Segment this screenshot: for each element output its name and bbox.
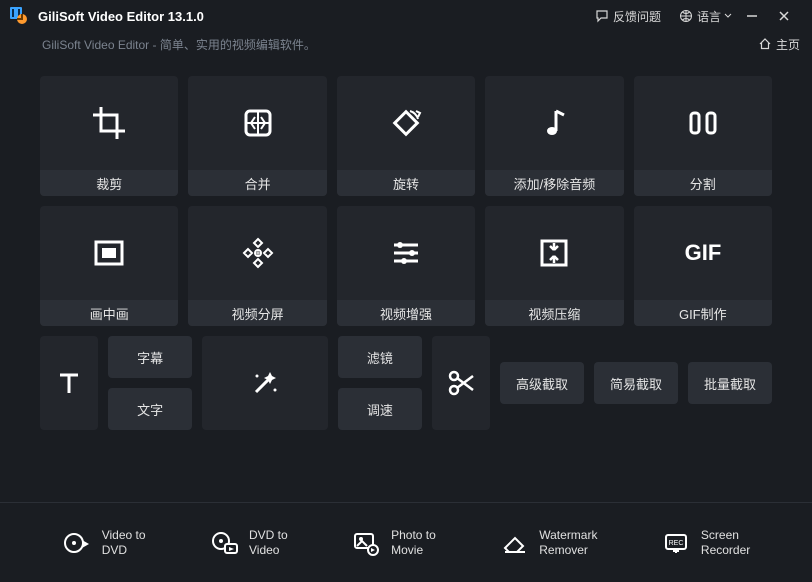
- tile-crop[interactable]: 裁剪: [40, 76, 178, 196]
- tile-split-label: 分割: [634, 170, 772, 196]
- tile-rotate-label: 旋转: [337, 170, 475, 196]
- watermark-remover[interactable]: WatermarkRemover: [499, 528, 597, 558]
- advanced-cut-button[interactable]: 高级截取: [500, 362, 584, 404]
- language-button[interactable]: 语言: [675, 6, 740, 27]
- tile-multiscreen[interactable]: 视频分屏: [188, 206, 326, 326]
- bottom-bar: Video toDVD DVD toVideo Photo toMovie Wa…: [0, 502, 812, 582]
- compress-icon: [534, 233, 574, 273]
- tile-gif[interactable]: GIF GIF制作: [634, 206, 772, 326]
- tile-pip[interactable]: 画中画: [40, 206, 178, 326]
- music-note-icon: [534, 103, 574, 143]
- tile-audio[interactable]: 添加/移除音频: [485, 76, 623, 196]
- svg-text:GIF: GIF: [684, 240, 721, 265]
- cut-group-icon[interactable]: [432, 336, 490, 430]
- tile-crop-label: 裁剪: [40, 170, 178, 196]
- multiscreen-icon: [238, 233, 278, 273]
- merge-icon: [238, 103, 278, 143]
- title-bar: GiliSoft Video Editor 13.1.0 反馈问题 语言: [0, 0, 812, 32]
- tile-compress[interactable]: 视频压缩: [485, 206, 623, 326]
- screen-recorder[interactable]: REC ScreenRecorder: [661, 528, 750, 558]
- tile-gif-label: GIF制作: [634, 300, 772, 326]
- text-icon: [54, 368, 84, 398]
- app-title: GiliSoft Video Editor 13.1.0: [38, 9, 204, 24]
- batch-cut-button[interactable]: 批量截取: [688, 362, 772, 404]
- tile-enhance[interactable]: 视频增强: [337, 206, 475, 326]
- tile-enhance-label: 视频增强: [337, 300, 475, 326]
- minimize-button[interactable]: [746, 10, 772, 22]
- tile-compress-label: 视频压缩: [485, 300, 623, 326]
- close-button[interactable]: [778, 10, 804, 22]
- feedback-button[interactable]: 反馈问题: [591, 6, 665, 27]
- photo-movie-icon: [351, 528, 381, 558]
- eraser-icon: [499, 528, 529, 558]
- subtitle-button[interactable]: 字幕: [108, 336, 192, 378]
- tile-split[interactable]: 分割: [634, 76, 772, 196]
- video-to-dvd[interactable]: Video toDVD: [62, 528, 146, 558]
- gif-icon: GIF: [675, 233, 731, 273]
- disc-video-icon: [209, 528, 239, 558]
- photo-to-movie[interactable]: Photo toMovie: [351, 528, 436, 558]
- chevron-down-icon: [724, 12, 732, 20]
- tile-audio-label: 添加/移除音频: [485, 170, 623, 196]
- tile-rotate[interactable]: 旋转: [337, 76, 475, 196]
- subtitle-bar: GiliSoft Video Editor - 简单、实用的视频编辑软件。 主页: [0, 32, 812, 56]
- filter-button[interactable]: 滤镜: [338, 336, 422, 378]
- app-subtitle: GiliSoft Video Editor - 简单、实用的视频编辑软件。: [42, 36, 316, 53]
- effects-group-icon[interactable]: [202, 336, 328, 430]
- easy-cut-button[interactable]: 简易截取: [594, 362, 678, 404]
- tile-multiscreen-label: 视频分屏: [188, 300, 326, 326]
- disc-play-icon: [62, 528, 92, 558]
- feature-grid: 裁剪 合并 旋转 添加/移除音频 分割 画中画 视频分屏 视频增: [40, 76, 772, 326]
- speed-button[interactable]: 调速: [338, 388, 422, 430]
- home-icon: [758, 37, 772, 51]
- row3: 字幕 文字 滤镜 调速 高级截取 简易截取 批量截取: [40, 336, 772, 430]
- dvd-to-video[interactable]: DVD toVideo: [209, 528, 288, 558]
- sliders-icon: [386, 233, 426, 273]
- tile-pip-label: 画中画: [40, 300, 178, 326]
- split-icon: [683, 103, 723, 143]
- magic-wand-icon: [248, 366, 282, 400]
- globe-icon: [679, 9, 693, 23]
- tile-merge-label: 合并: [188, 170, 326, 196]
- rotate-icon: [386, 103, 426, 143]
- recorder-icon: REC: [661, 528, 691, 558]
- svg-text:REC: REC: [669, 540, 684, 547]
- app-logo-icon: [8, 5, 30, 27]
- text-group-icon[interactable]: [40, 336, 98, 430]
- chat-icon: [595, 9, 609, 23]
- tile-merge[interactable]: 合并: [188, 76, 326, 196]
- main-area: 裁剪 合并 旋转 添加/移除音频 分割 画中画 视频分屏 视频增: [0, 56, 812, 440]
- scissors-icon: [445, 367, 477, 399]
- text-button[interactable]: 文字: [108, 388, 192, 430]
- pip-icon: [89, 233, 129, 273]
- home-button[interactable]: 主页: [758, 36, 800, 53]
- crop-icon: [89, 103, 129, 143]
